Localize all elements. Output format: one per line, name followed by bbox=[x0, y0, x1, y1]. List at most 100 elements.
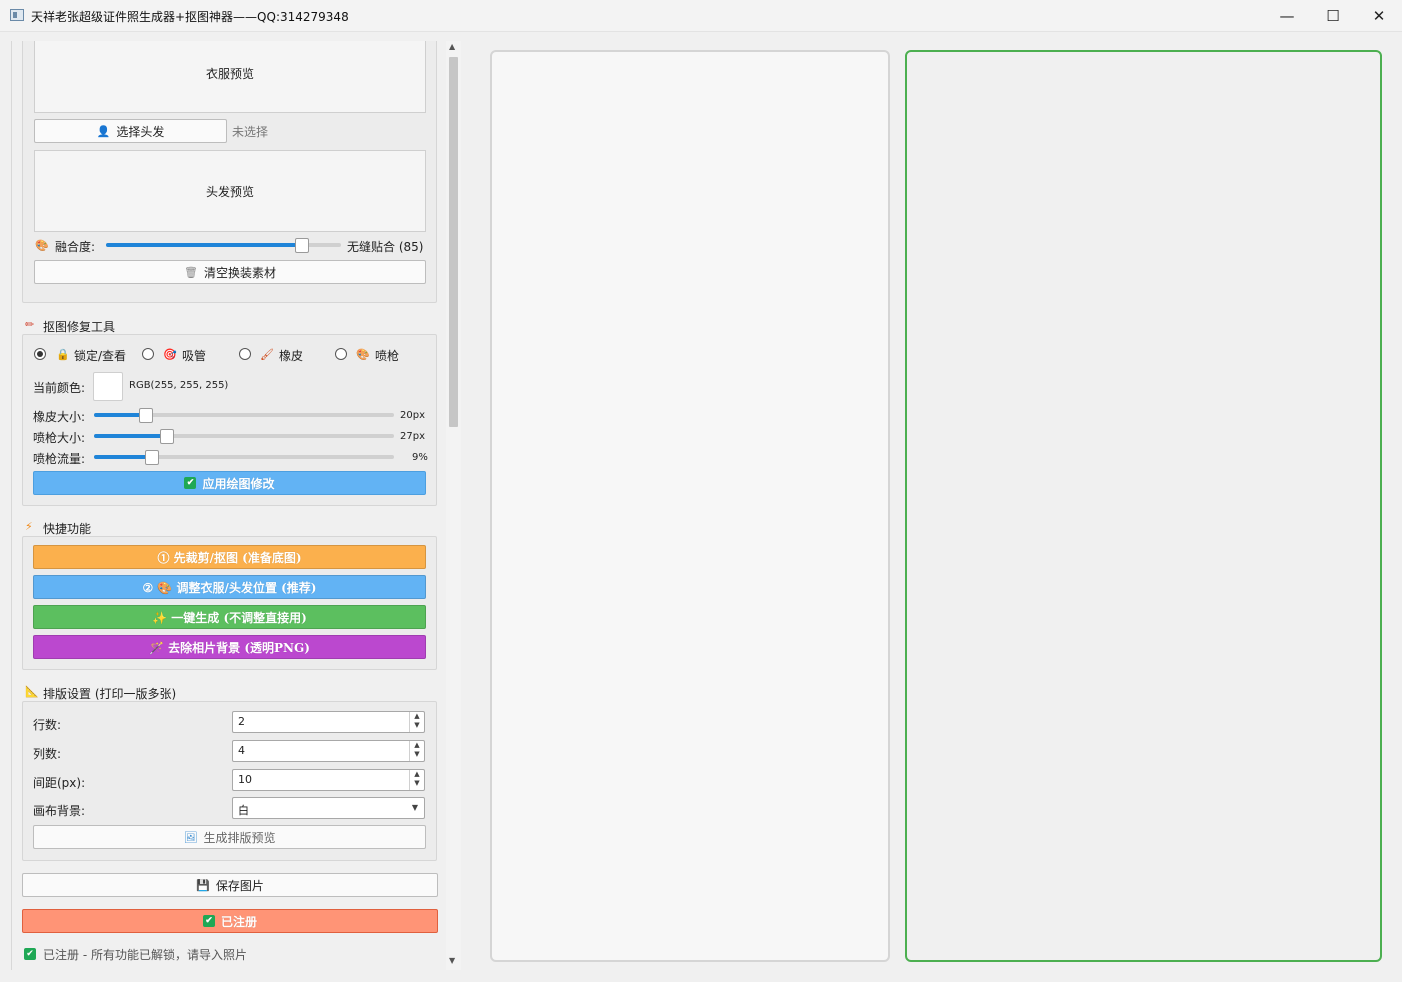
minimize-button[interactable]: — bbox=[1264, 0, 1310, 32]
rows-stepper[interactable]: ▲ ▼ bbox=[409, 712, 424, 732]
left-panel-scrollbar[interactable]: ▲ ▼ bbox=[446, 41, 461, 970]
mode-spray-radio[interactable] bbox=[335, 348, 347, 360]
adjust-position-button[interactable]: ② 🎨 调整衣服/头发位置 (推荐) bbox=[33, 575, 426, 599]
check-icon: ✔ bbox=[184, 477, 197, 489]
title-bar: 天祥老张超级证件照生成器+抠图神器——QQ:314279348 — ☐ ✕ bbox=[0, 0, 1402, 32]
layout-group: 行数: 2 ▲ ▼ 列数: 4 ▲ ▼ 间距(px): 10 ▲ ▼ 画布背景: 白 … bbox=[22, 701, 437, 861]
repair-group: 🔒 锁定/查看 🎯 吸管 🖌 橡皮 🎨 喷枪 当前颜色: RGB(255, 25… bbox=[22, 334, 437, 506]
eraser-size-label: 橡皮大小: bbox=[33, 410, 86, 424]
current-color-label: 当前颜色: bbox=[33, 381, 86, 395]
check-icon: ✔ bbox=[202, 915, 215, 927]
pencil-icon: ✏ bbox=[25, 318, 35, 331]
gap-label: 间距(px): bbox=[33, 776, 86, 790]
spray-size-value: 27px bbox=[400, 431, 425, 442]
eraser-size-slider[interactable] bbox=[94, 408, 394, 423]
canvas-bg-label: 画布背景: bbox=[33, 804, 86, 818]
rows-label: 行数: bbox=[33, 718, 62, 732]
blend-slider-handle[interactable] bbox=[295, 238, 309, 253]
mode-lock-label[interactable]: 锁定/查看 bbox=[74, 347, 126, 364]
window-title: 天祥老张超级证件照生成器+抠图神器——QQ:314279348 bbox=[31, 10, 349, 24]
spray-size-handle[interactable] bbox=[160, 429, 174, 444]
floppy-disk-icon: 💾 bbox=[196, 878, 210, 892]
brush-icon: 🖌 bbox=[260, 348, 274, 361]
trash-icon: 🗑 bbox=[184, 265, 198, 279]
select-hair-button[interactable]: 👤 选择头发 bbox=[34, 119, 227, 143]
result-image-canvas[interactable] bbox=[905, 50, 1382, 962]
select-hair-label: 选择头发 bbox=[116, 124, 165, 139]
current-color-value: RGB(255, 255, 255) bbox=[129, 380, 229, 391]
mode-picker-label[interactable]: 吸管 bbox=[182, 347, 206, 364]
save-image-button[interactable]: 💾 保存图片 bbox=[22, 873, 438, 897]
chevron-down-icon: ▼ bbox=[411, 803, 418, 812]
triangle-ruler-icon: 📐 bbox=[25, 685, 39, 698]
rows-value: 2 bbox=[238, 715, 245, 728]
registered-status-icon: ✔ bbox=[24, 948, 36, 960]
lightning-icon: ⚡ bbox=[25, 520, 33, 533]
spray-icon: 🎨 bbox=[356, 348, 370, 361]
quick-group: ① 先裁剪/抠图 (准备底图) ② 🎨 调整衣服/头发位置 (推荐) ✨ 一键生… bbox=[22, 536, 437, 670]
lock-icon: 🔒 bbox=[56, 348, 70, 361]
apply-drawing-button[interactable]: ✔ 应用绘图修改 bbox=[33, 471, 426, 495]
eraser-size-handle[interactable] bbox=[139, 408, 153, 423]
target-icon: 🎯 bbox=[163, 348, 177, 361]
costume-group: 衣服预览 👤 选择头发 未选择 头发预览 🎨 融合度: 无缝贴合 (85) 🗑 … bbox=[22, 41, 437, 303]
spray-flow-fill bbox=[94, 455, 151, 459]
scrollbar-thumb[interactable] bbox=[449, 57, 458, 427]
blend-slider-fill bbox=[106, 243, 301, 247]
hair-status: 未选择 bbox=[232, 125, 269, 139]
remove-background-button[interactable]: 🪄 去除相片背景 (透明PNG) bbox=[33, 635, 426, 659]
eraser-size-value: 20px bbox=[400, 410, 425, 421]
spray-size-fill bbox=[94, 434, 166, 438]
registered-button[interactable]: ✔ 已注册 bbox=[22, 909, 438, 933]
gap-stepper[interactable]: ▲ ▼ bbox=[409, 770, 424, 790]
close-button[interactable]: ✕ bbox=[1356, 0, 1402, 32]
mode-lock-radio[interactable] bbox=[34, 348, 46, 360]
status-text: 已注册 - 所有功能已解锁，请导入照片 bbox=[43, 948, 247, 962]
canvas-bg-select[interactable]: 白 ▼ bbox=[232, 797, 425, 819]
spray-size-slider[interactable] bbox=[94, 429, 394, 444]
canvas-bg-value: 白 bbox=[238, 804, 249, 817]
save-image-label: 保存图片 bbox=[215, 878, 264, 893]
eraser-size-fill bbox=[94, 413, 145, 417]
one-click-generate-button[interactable]: ✨ 一键生成 (不调整直接用) bbox=[33, 605, 426, 629]
crop-matting-button[interactable]: ① 先裁剪/抠图 (准备底图) bbox=[33, 545, 426, 569]
scroll-up-arrow[interactable]: ▲ bbox=[449, 42, 455, 51]
cols-stepper[interactable]: ▲ ▼ bbox=[409, 741, 424, 761]
hair-preview: 头发预览 bbox=[34, 150, 426, 232]
blend-label: 融合度: bbox=[55, 240, 96, 254]
original-image-canvas[interactable] bbox=[490, 50, 890, 962]
generate-layout-preview-button[interactable]: 🖼 生成排版预览 bbox=[33, 825, 426, 849]
mode-spray-label[interactable]: 喷枪 bbox=[375, 347, 399, 364]
blend-value: 无缝贴合 (85) bbox=[347, 240, 424, 254]
mode-eraser-label[interactable]: 橡皮 bbox=[279, 347, 303, 364]
blend-slider[interactable] bbox=[106, 238, 341, 253]
clear-costume-button[interactable]: 🗑 清空换装素材 bbox=[34, 260, 426, 284]
cols-spinbox[interactable]: 4 ▲ ▼ bbox=[232, 740, 425, 762]
spray-flow-handle[interactable] bbox=[145, 450, 159, 465]
spray-flow-slider[interactable] bbox=[94, 450, 394, 465]
scroll-down-arrow[interactable]: ▼ bbox=[449, 956, 455, 965]
repair-title: 抠图修复工具 bbox=[43, 320, 116, 334]
rows-spinbox[interactable]: 2 ▲ ▼ bbox=[232, 711, 425, 733]
generate-layout-preview-label: 生成排版预览 bbox=[203, 830, 276, 845]
mode-picker-radio[interactable] bbox=[142, 348, 154, 360]
clothes-preview: 衣服预览 bbox=[34, 41, 426, 113]
spray-flow-value: 9% bbox=[412, 452, 428, 463]
layout-title: 排版设置 (打印一版多张) bbox=[43, 687, 177, 701]
quick-title: 快捷功能 bbox=[43, 522, 92, 536]
clear-costume-label: 清空换装素材 bbox=[203, 265, 276, 280]
gap-value: 10 bbox=[238, 773, 252, 786]
cols-value: 4 bbox=[238, 744, 245, 757]
registered-label: 已注册 bbox=[220, 914, 257, 929]
spray-size-label: 喷枪大小: bbox=[33, 431, 86, 445]
spray-flow-label: 喷枪流量: bbox=[33, 452, 86, 466]
apply-drawing-label: 应用绘图修改 bbox=[202, 476, 275, 491]
left-control-panel: 衣服预览 👤 选择头发 未选择 头发预览 🎨 融合度: 无缝贴合 (85) 🗑 … bbox=[11, 41, 446, 970]
mode-eraser-radio[interactable] bbox=[239, 348, 251, 360]
hair-icon: 👤 bbox=[96, 124, 111, 138]
current-color-swatch[interactable] bbox=[93, 372, 123, 401]
palette-icon: 🎨 bbox=[35, 239, 49, 252]
cols-label: 列数: bbox=[33, 747, 62, 761]
maximize-button[interactable]: ☐ bbox=[1310, 0, 1356, 32]
gap-spinbox[interactable]: 10 ▲ ▼ bbox=[232, 769, 425, 791]
